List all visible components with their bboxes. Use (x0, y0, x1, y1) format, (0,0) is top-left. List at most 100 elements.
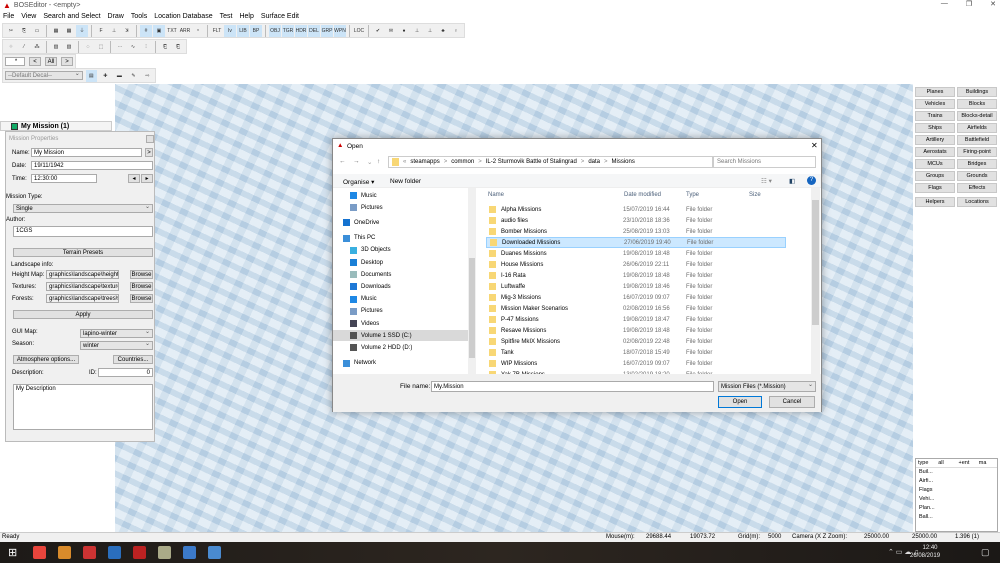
windows-start-icon[interactable]: ⊞ (8, 546, 21, 559)
decal-apply-icon[interactable]: ⇨ (142, 70, 153, 82)
category-airfields-button[interactable]: Airfields (957, 123, 997, 133)
decal-remove-icon[interactable]: ▬ (114, 70, 125, 82)
il2-icon[interactable] (133, 546, 146, 559)
col-all[interactable]: all (936, 459, 956, 467)
nav-item-videos[interactable]: Videos (333, 318, 468, 329)
path-separator[interactable]: « (403, 159, 406, 165)
category-grounds-button[interactable]: Grounds (957, 171, 997, 181)
network-icon[interactable] (183, 546, 196, 559)
chrome-icon[interactable] (33, 546, 46, 559)
path-icon[interactable]: ⋯ (114, 41, 126, 53)
category-helpers-button[interactable]: Helpers (915, 197, 955, 207)
curve-icon[interactable]: ∿ (127, 41, 139, 53)
category-battlefield-button[interactable]: Battlefield (957, 135, 997, 145)
name-expand-button[interactable]: > (145, 148, 153, 157)
nav-item-documents[interactable]: Documents (333, 269, 468, 280)
mcu-hdr-icon[interactable]: HDR (295, 24, 307, 37)
view-options-icon[interactable]: ☷ ▾ (761, 177, 772, 185)
forward-icon[interactable]: → (353, 158, 360, 165)
app2-icon[interactable] (83, 546, 96, 559)
bp-icon[interactable]: BP (250, 24, 262, 37)
terrain-presets-button[interactable]: Terrain Presets (13, 248, 153, 257)
object-list-item[interactable]: Plan... (916, 504, 997, 513)
object-list-item[interactable]: Ball... (916, 513, 997, 522)
dot-icon[interactable]: ● (398, 25, 410, 37)
mcu-grp-icon[interactable]: GRP (321, 24, 333, 37)
category-buildings-button[interactable]: Buildings (957, 87, 997, 97)
nav-item-downloads[interactable]: Downloads (333, 281, 468, 292)
menu-surface-edit[interactable]: Surface Edit (261, 13, 299, 20)
file-row[interactable]: Mig-3 Missions 16/07/2019 09:07 File folde… (486, 292, 786, 303)
tree-icon[interactable]: ♣ (437, 25, 449, 37)
category-artillery-button[interactable]: Artillery (915, 135, 955, 145)
category-ships-button[interactable]: Ships (915, 123, 955, 133)
address-bar[interactable]: «steamapps > common > IL-2 Sturmovik Battle … (388, 156, 713, 168)
time-next-button[interactable]: ▸ (141, 174, 153, 183)
date-picker[interactable]: 19/11/1942 (31, 161, 153, 170)
nav-item-onedrive[interactable]: OneDrive (333, 217, 468, 228)
mission-type-select[interactable]: Single (13, 203, 153, 213)
file-row[interactable]: Bomber Missions 25/08/2019 13:03 File fold… (486, 226, 786, 237)
eyedropper-icon[interactable]: ✎ (128, 70, 139, 82)
col-ma[interactable]: ma (977, 459, 997, 467)
breadcrumb-common[interactable]: common (451, 159, 474, 165)
height-map-browse-button[interactable]: Browse (130, 270, 153, 279)
file-row[interactable]: Resave Missions 19/08/2019 18:48 File fold… (486, 325, 786, 336)
file-row[interactable]: Luftwaffe 19/08/2019 18:46 File folder (486, 281, 786, 292)
category-blocks-button[interactable]: Blocks (957, 99, 997, 109)
mcu-obj-icon[interactable]: OBJ (269, 24, 281, 37)
col-date-modified[interactable]: Date modified (624, 192, 661, 198)
textures-browse-button[interactable]: Browse (130, 282, 153, 291)
next-button[interactable]: > (61, 57, 73, 66)
up-icon[interactable]: ↑ (377, 158, 380, 165)
category-vehicles-button[interactable]: Vehicles (915, 99, 955, 109)
category-effects-button[interactable]: Effects (957, 183, 997, 193)
forests-browse-button[interactable]: Browse (130, 294, 153, 303)
nav-item-music[interactable]: Music (333, 190, 468, 201)
help-icon[interactable]: ? (807, 176, 816, 185)
iv-icon[interactable]: Iv (224, 24, 236, 37)
object-list-item[interactable]: Flags (916, 486, 997, 495)
decal-select[interactable]: --Default Decal-- (5, 70, 83, 80)
time-field[interactable]: 12:30:00 (31, 174, 97, 183)
textures-field[interactable]: graphics\landscape\texture (46, 282, 119, 291)
menu-tools[interactable]: Tools (131, 13, 147, 20)
category-aerostats-button[interactable]: Aerostats (915, 147, 955, 157)
f-icon[interactable]: F (95, 25, 107, 37)
rotate-icon[interactable]: ◌ (82, 41, 94, 53)
category-firing-point-button[interactable]: Firing-point (957, 147, 997, 157)
organise-button[interactable]: Organise ▾ (343, 178, 374, 186)
select-rect-icon[interactable]: ⬚ (95, 41, 107, 53)
file-row[interactable]: Alpha Missions 15/07/2019 16:44 File folde… (486, 204, 786, 215)
clock-time[interactable]: 12:40 (916, 545, 944, 551)
time-prev-button[interactable]: ◂ (128, 174, 140, 183)
object-list-item[interactable]: Buil... (916, 468, 997, 477)
maximize-button[interactable]: ❐ (966, 0, 972, 8)
category-blocks-detail-button[interactable]: Blocks-detail (957, 111, 997, 121)
file-list-scrollbar[interactable] (811, 188, 820, 374)
file-row[interactable]: WIP Missions 16/07/2019 09:07 File folder (486, 358, 786, 369)
preview-pane-icon[interactable]: ◧ (789, 177, 795, 185)
mcu-trg-icon[interactable]: TGR (282, 24, 294, 37)
gui-map-select[interactable]: lapino-winter (80, 328, 153, 338)
category-locations-button[interactable]: Locations (957, 197, 997, 207)
split-icon[interactable]: ⫶ (140, 41, 152, 53)
axis-icon[interactable]: ᵛ (192, 25, 204, 37)
recent-dropdown-icon[interactable]: ⌄ (367, 158, 372, 166)
menu-search-and-select[interactable]: Search and Select (43, 13, 100, 20)
mcu-del-icon[interactable]: DEL (308, 24, 320, 37)
menu-test[interactable]: Test (220, 13, 233, 20)
check-icon[interactable]: ✔ (372, 25, 384, 37)
category-flags-button[interactable]: Flags (915, 183, 955, 193)
paste2-icon[interactable]: ⎗ (172, 41, 184, 53)
close-button[interactable]: ✕ (990, 0, 996, 8)
nav-item-pictures[interactable]: Pictures (333, 306, 468, 317)
panel-close-button[interactable] (146, 135, 154, 143)
paste-icon[interactable]: ⎗ (159, 41, 171, 53)
app-icon[interactable] (58, 546, 71, 559)
cancel-button[interactable]: Cancel (769, 396, 815, 408)
decal-add-icon[interactable]: ✚ (100, 70, 111, 82)
file-row[interactable]: Duanes Missions 19/08/2019 18:48 File fold… (486, 248, 786, 259)
ruler-icon[interactable]: ▭ (31, 25, 43, 37)
file-row[interactable]: I-16 Rata 19/08/2019 18:48 File folder (486, 270, 786, 281)
